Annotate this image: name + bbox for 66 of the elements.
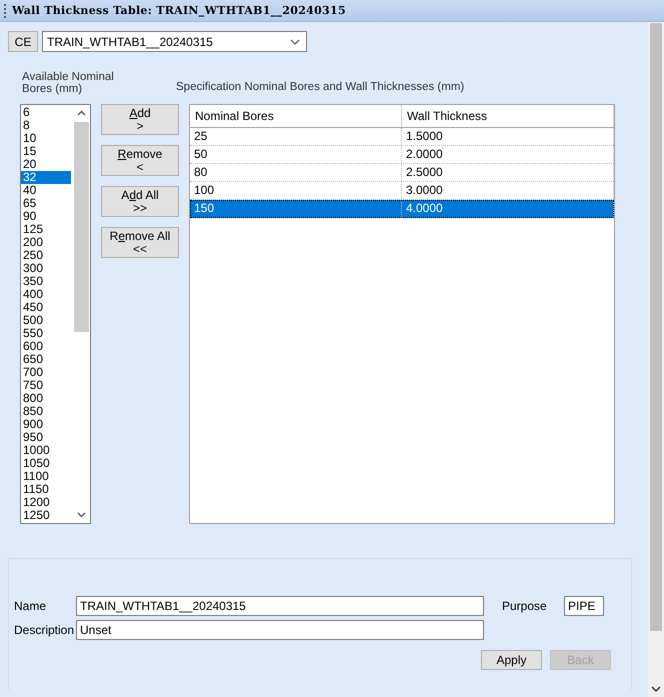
list-item[interactable]: 20 [21, 158, 71, 171]
transfer-button[interactable]: Add > [101, 104, 179, 135]
table-dropdown[interactable]: TRAIN_WTHTAB1__20240315 [42, 31, 307, 52]
table-row[interactable]: 80 2.5000 [190, 164, 614, 182]
list-item[interactable]: 400 [21, 288, 71, 301]
list-label: Available Nominal Bores (mm) [22, 71, 115, 95]
list-item[interactable]: 1050 [21, 457, 71, 470]
table-cell: 2.5000 [402, 164, 614, 181]
list-item[interactable]: 8 [21, 119, 71, 132]
list-item[interactable]: 650 [21, 353, 71, 366]
dialog-button[interactable]: Apply [481, 650, 542, 670]
field-label: Description [13, 623, 76, 637]
transfer-button[interactable]: Remove All << [101, 227, 179, 258]
bores-listbox[interactable]: 6 8 10 15 20 32 40 65 90 125 200 250 300 350 400 450 500 550 600 650 700 750 800 850 900 950 1000 1050 1100 1150 1200 1250 [20, 104, 91, 524]
list-item[interactable]: 500 [21, 314, 71, 327]
list-item[interactable]: 1100 [21, 470, 71, 483]
list-item[interactable]: 300 [21, 262, 71, 275]
list-item[interactable]: 6 [21, 106, 71, 119]
list-item[interactable]: 950 [21, 431, 71, 444]
table-row[interactable]: 50 2.0000 [190, 146, 614, 164]
table-cell: 3.0000 [402, 182, 614, 199]
list-item[interactable]: 1150 [21, 483, 71, 496]
table-label: Specification Nominal Bores and Wall Thicknesses (mm) [176, 81, 464, 95]
table-row[interactable]: 150 4.0000 [190, 200, 614, 218]
field-label: Name [13, 599, 48, 613]
window-scrollbar[interactable] [648, 22, 664, 697]
window-title: Wall Thickness Table: TRAIN_WTHTAB1__20240315 [12, 4, 346, 17]
list-item[interactable]: 800 [21, 392, 71, 405]
list-item[interactable]: 700 [21, 366, 71, 379]
list-item[interactable]: 750 [21, 379, 71, 392]
list-item[interactable]: 15 [21, 145, 71, 158]
table-cell: 150 [190, 200, 402, 217]
list-item[interactable]: 550 [21, 327, 71, 340]
list-item[interactable]: 1200 [21, 496, 71, 509]
transfer-button[interactable]: Add All >> [101, 186, 179, 217]
table-cell: 100 [190, 182, 402, 199]
table-cell: 50 [190, 146, 402, 163]
purpose-field[interactable]: PIPE [564, 596, 604, 616]
field-label: Purpose [502, 599, 548, 613]
list-item[interactable]: 1000 [21, 444, 71, 457]
list-item[interactable]: 65 [21, 197, 71, 210]
list-item[interactable]: 32 [21, 171, 71, 184]
list-item[interactable]: 125 [21, 223, 71, 236]
table-cell: 4.0000 [402, 200, 614, 217]
table-row[interactable]: 25 1.5000 [190, 128, 614, 146]
table-cell: 25 [190, 128, 402, 145]
chevron-down-icon [290, 38, 300, 44]
transfer-button[interactable]: Remove < [101, 145, 179, 176]
list-item[interactable]: 90 [21, 210, 71, 223]
list-item[interactable]: 850 [21, 405, 71, 418]
name-field[interactable]: TRAIN_WTHTAB1__20240315 [76, 596, 484, 616]
list-item[interactable]: 1250 [21, 509, 71, 522]
list-item[interactable]: 600 [21, 340, 71, 353]
description-field[interactable]: Unset [76, 620, 484, 640]
table-cell: 2.0000 [402, 146, 614, 163]
table-cell: 80 [190, 164, 402, 181]
list-item[interactable]: 450 [21, 301, 71, 314]
list-item[interactable]: 350 [21, 275, 71, 288]
list-item[interactable]: 900 [21, 418, 71, 431]
list-item[interactable]: 40 [21, 184, 71, 197]
dropdown-value: TRAIN_WTHTAB1__20240315 [47, 34, 213, 48]
table-cell: 1.5000 [402, 128, 614, 145]
list-item[interactable]: 200 [21, 236, 71, 249]
ce-button[interactable]: CE [8, 31, 38, 52]
list-item[interactable]: 10 [21, 132, 71, 145]
list-item[interactable]: 250 [21, 249, 71, 262]
